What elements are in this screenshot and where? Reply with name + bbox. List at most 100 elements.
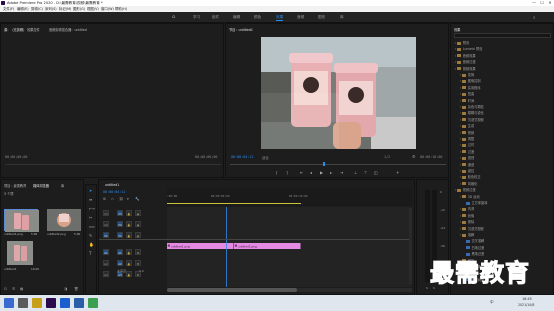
expand-chevron-icon[interactable]: › xyxy=(460,137,461,141)
track-select-tool-icon[interactable]: ⇛ xyxy=(89,197,92,202)
program-scrub-bar[interactable] xyxy=(230,164,446,165)
timeline-vertical-scrollbar[interactable] xyxy=(409,208,412,284)
hand-tool-icon[interactable]: ✋ xyxy=(89,242,94,247)
step-forward-icon[interactable]: ▸ xyxy=(330,170,332,175)
expand-chevron-icon[interactable]: › xyxy=(460,99,461,103)
track-area[interactable]: untitled1.png untitled2.png xyxy=(167,207,412,287)
search-icon[interactable]: ⌕ xyxy=(533,15,536,21)
word-icon[interactable] xyxy=(74,298,84,308)
source-patch-a1[interactable]: A1 xyxy=(103,249,109,255)
tab-source[interactable]: 源：（无剪辑） xyxy=(4,27,26,32)
export-frame-icon[interactable]: ◫ xyxy=(374,170,378,175)
track-target-a1[interactable]: A1 xyxy=(117,249,123,255)
project-clip-thumb-3[interactable] xyxy=(7,241,33,265)
effects-tree-item[interactable]: 黑场过渡 xyxy=(465,251,484,256)
expand-chevron-icon[interactable]: › xyxy=(460,169,461,173)
effects-tree-item[interactable]: › 时间 xyxy=(460,98,474,103)
project-clip-thumb-1[interactable] xyxy=(4,209,39,232)
go-to-in-icon[interactable]: ⇤ xyxy=(300,170,303,175)
list-view-icon[interactable]: ☰ xyxy=(12,287,15,291)
effects-tree-item[interactable]: › 风格化 xyxy=(460,181,477,186)
expand-chevron-icon[interactable]: › xyxy=(460,175,461,179)
expand-chevron-icon[interactable]: › xyxy=(460,118,461,122)
effects-search-input[interactable] xyxy=(454,33,551,38)
start-icon[interactable] xyxy=(4,298,14,308)
tab-effect-controls[interactable]: 效果控件 xyxy=(27,27,40,32)
source-patch-v1[interactable]: V1 xyxy=(103,232,109,238)
track-mute-button[interactable]: M xyxy=(135,249,141,255)
track-lock-icon[interactable]: 🔒 xyxy=(126,232,132,238)
add-marker-icon[interactable]: ▾ xyxy=(127,197,129,201)
effects-tree-item[interactable]: › 预设 xyxy=(455,40,469,45)
expand-chevron-icon[interactable]: › xyxy=(460,207,461,211)
master-track-value[interactable]: 0.0 xyxy=(139,269,144,273)
pen-tool-icon[interactable]: ✎ xyxy=(89,233,92,238)
program-video-frame[interactable] xyxy=(261,37,416,149)
effects-tree-item[interactable]: › 沉浸式视频 xyxy=(460,117,484,122)
tab-media-browser[interactable]: 媒体浏览器 xyxy=(33,183,49,188)
expand-chevron-icon[interactable]: › xyxy=(460,163,461,167)
workspace-tab-effects[interactable]: 效果 xyxy=(276,15,284,21)
track-lock-icon[interactable]: 🔒 xyxy=(126,210,132,216)
mark-out-icon[interactable]: ⌉ xyxy=(286,170,288,175)
track-target-v2[interactable]: V2 xyxy=(117,221,123,227)
settings-wrench-icon[interactable]: ⚙ xyxy=(412,154,416,159)
timeline-clip[interactable]: untitled1.png xyxy=(167,243,234,249)
source-scrub-bar[interactable] xyxy=(5,164,221,165)
expand-chevron-icon[interactable]: › xyxy=(455,47,456,51)
track-target-v3[interactable]: V3 xyxy=(117,210,123,216)
effects-tree-item[interactable]: › 扭曲 xyxy=(460,91,474,96)
source-patch-a2[interactable]: A2 xyxy=(103,260,109,266)
expand-chevron-icon[interactable]: › xyxy=(455,41,456,45)
effects-tree-item[interactable]: › 内滑 xyxy=(460,206,474,211)
workspace-tab-editing[interactable]: 编辑 xyxy=(233,15,240,20)
expand-chevron-icon[interactable]: › xyxy=(460,156,461,160)
effects-tree-item[interactable]: › 溶解 xyxy=(460,232,474,237)
effects-tree-item[interactable]: › 键控 xyxy=(460,168,474,173)
new-item-icon[interactable]: ◨ xyxy=(64,287,67,291)
tab-timeline-sequence[interactable]: untitled1 xyxy=(105,183,119,187)
expand-chevron-icon[interactable]: › xyxy=(460,233,461,237)
timeline-clip[interactable]: untitled2.png xyxy=(234,243,301,249)
icon-view-icon[interactable]: ▦ xyxy=(20,287,23,291)
workspace-tab-libraries[interactable]: 库 xyxy=(340,15,344,20)
nest-icon[interactable]: ⊞ xyxy=(103,197,106,201)
play-icon[interactable]: ▶ xyxy=(320,170,323,175)
expand-chevron-icon[interactable]: › xyxy=(460,182,461,186)
expand-chevron-icon[interactable]: › xyxy=(455,60,456,64)
track-visibility-icon[interactable]: ◉ xyxy=(135,210,141,216)
edge-icon[interactable] xyxy=(60,298,70,308)
effects-tree-item[interactable]: › 音频效果 xyxy=(455,53,476,58)
clock-time[interactable]: 16:45 xyxy=(522,297,532,301)
search-taskbar-icon[interactable] xyxy=(18,298,28,308)
effects-tree-item[interactable]: › 图像控制 xyxy=(460,78,481,83)
workspace-tab-learn[interactable]: 学习 xyxy=(193,15,200,20)
file-explorer-icon[interactable] xyxy=(32,298,42,308)
selection-tool-icon[interactable]: ➤ xyxy=(89,188,92,193)
effects-tree-item[interactable]: › 视频过渡 xyxy=(455,187,476,192)
expand-chevron-icon[interactable]: › xyxy=(460,131,461,135)
effects-tree-item[interactable]: › 划像 xyxy=(460,213,474,218)
effects-tree-item[interactable]: › 3D 运动 xyxy=(460,194,480,199)
effects-tree-item[interactable]: 白场过渡 xyxy=(465,245,484,250)
expand-chevron-icon[interactable]: › xyxy=(455,54,456,58)
track-lock-icon[interactable]: 🔒 xyxy=(126,271,132,277)
go-to-out-icon[interactable]: ⇥ xyxy=(340,170,343,175)
effects-tree-item[interactable]: › 模糊与锐化 xyxy=(460,110,484,115)
workspace-tab-assembly[interactable]: 组件 xyxy=(212,15,219,20)
chrome-icon[interactable] xyxy=(88,298,98,308)
lock-icon[interactable]: ⊡ xyxy=(4,287,7,291)
effects-tree-item[interactable]: › 杂色与颗粒 xyxy=(460,104,484,109)
timeline-scroll-thumb[interactable] xyxy=(167,288,297,292)
effects-tree-item[interactable]: › 调整 xyxy=(460,136,474,141)
input-language[interactable]: 中 xyxy=(490,300,494,305)
track-lock-icon[interactable]: 🔒 xyxy=(126,249,132,255)
effects-tree-item[interactable]: › 视频 xyxy=(460,130,474,135)
track-lock-icon[interactable]: 🔒 xyxy=(126,260,132,266)
effects-tree-item[interactable]: › 实用程序 xyxy=(460,85,481,90)
track-visibility-icon[interactable]: ◉ xyxy=(135,232,141,238)
effects-tree-item[interactable]: › 过渡 xyxy=(460,149,474,154)
track-lock-icon[interactable]: 🔒 xyxy=(126,221,132,227)
effects-tree-item[interactable]: › 擦除 xyxy=(460,219,474,224)
expand-chevron-icon[interactable]: › xyxy=(460,195,461,199)
